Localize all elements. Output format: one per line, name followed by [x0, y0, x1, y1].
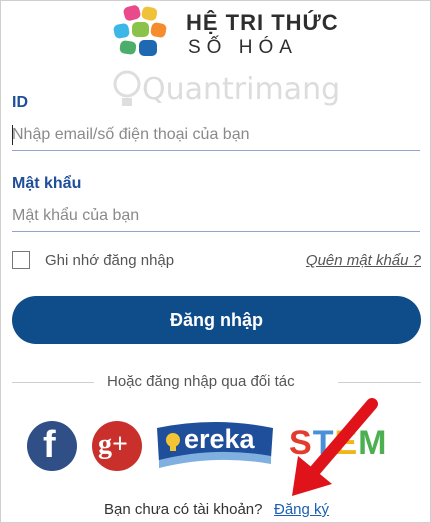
google-glyph: g+: [98, 429, 128, 460]
red-arrow-annotation: [292, 398, 378, 496]
google-login-button[interactable]: g+: [91, 420, 143, 477]
divider-left: [12, 382, 94, 383]
password-input[interactable]: [12, 201, 420, 232]
brand-name: HỆ TRI THỨC: [186, 10, 339, 35]
remember-label: Ghi nhớ đăng nhập: [45, 252, 175, 269]
signup-link[interactable]: Đăng ký: [274, 501, 329, 518]
facebook-login-button[interactable]: f: [26, 420, 78, 477]
ereka-login-button[interactable]: ereka: [153, 418, 277, 468]
watermark-text: Quantrimang: [142, 72, 341, 107]
password-label: Mật khẩu: [12, 175, 82, 192]
watermark: Quantrimang: [112, 66, 340, 114]
signup-prompt: Bạn chưa có tài khoản?: [104, 501, 263, 518]
brand-subtitle: SỐ HÓA: [188, 37, 298, 58]
login-button[interactable]: Đăng nhập: [12, 296, 421, 344]
brand-petals-icon: [113, 5, 167, 56]
remember-checkbox[interactable]: [12, 251, 30, 269]
divider-right: [338, 382, 421, 383]
forgot-password-link[interactable]: Quên mật khẩu ?: [306, 252, 421, 269]
facebook-glyph: f: [43, 424, 56, 466]
id-label: ID: [12, 94, 28, 111]
id-input[interactable]: [12, 120, 420, 151]
text-caret: [12, 125, 13, 145]
lightbulb-icon: [113, 70, 141, 106]
brand-logo: HỆ TRI THỨC SỐ HÓA: [112, 4, 338, 62]
ereka-text: ereka: [184, 424, 255, 454]
partner-divider-text: Hoặc đăng nhập qua đối tác: [107, 373, 295, 390]
